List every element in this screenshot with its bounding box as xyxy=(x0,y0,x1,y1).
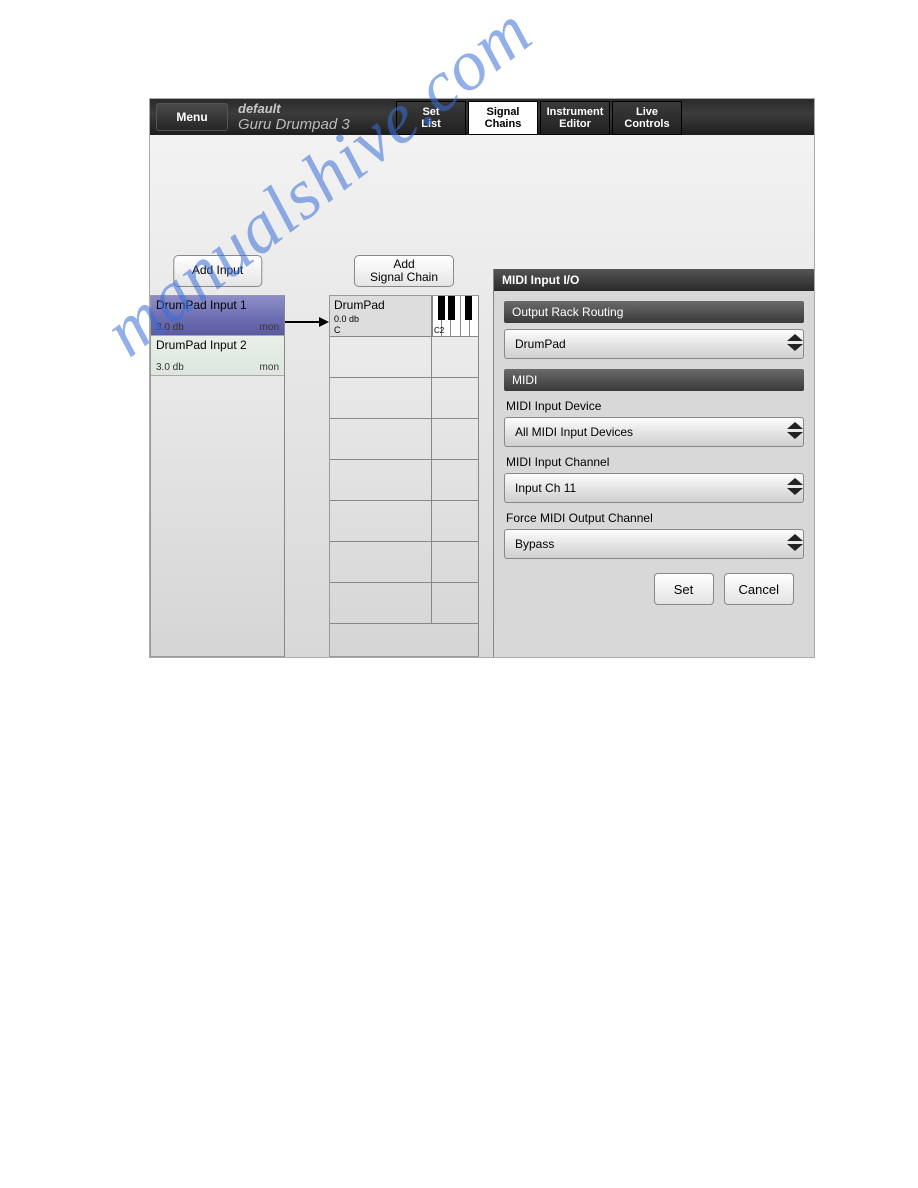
chain-cell[interactable]: DrumPad 0.0 db C xyxy=(330,296,432,336)
button-row: Set Cancel xyxy=(504,559,804,619)
app-window: Menu default Guru Drumpad 3 SetList Sign… xyxy=(149,98,815,658)
chain-row-empty[interactable] xyxy=(330,419,478,460)
section-midi: MIDI xyxy=(504,369,804,391)
tab-live-controls[interactable]: LiveControls xyxy=(612,101,682,135)
kbd-label: C2 xyxy=(434,326,444,335)
add-input-button[interactable]: Add Input xyxy=(173,255,262,287)
dropdown-value: Bypass xyxy=(515,537,554,551)
tab-set-list[interactable]: SetList xyxy=(396,101,466,135)
input-db: 3.0 db xyxy=(156,322,184,333)
dropdown-value: Input Ch 11 xyxy=(515,481,576,495)
tab-instrument-editor[interactable]: InstrumentEditor xyxy=(540,101,610,135)
title-default: default xyxy=(238,101,394,116)
input-label: DrumPad Input 2 xyxy=(156,338,279,352)
dropdown-output-routing[interactable]: DrumPad xyxy=(504,329,804,359)
chain-note: C xyxy=(334,325,341,335)
chains-stack: DrumPad 0.0 db C C2 xyxy=(329,295,479,657)
input-db: 3.0 db xyxy=(156,362,184,373)
keyboard-icon: C2 xyxy=(432,296,478,336)
dropdown-value: All MIDI Input Devices xyxy=(515,425,633,439)
chain-row-1[interactable]: DrumPad 0.0 db C C2 xyxy=(330,296,478,337)
add-signal-chain-button[interactable]: AddSignal Chain xyxy=(354,255,454,287)
section-output-routing: Output Rack Routing xyxy=(504,301,804,323)
tab-bar: SetList SignalChains InstrumentEditor Li… xyxy=(396,99,682,135)
dropdown-midi-input-device[interactable]: All MIDI Input Devices xyxy=(504,417,804,447)
chain-row-empty[interactable] xyxy=(330,583,478,624)
input-label: DrumPad Input 1 xyxy=(156,298,279,312)
input-item-1[interactable]: DrumPad Input 1 3.0 db mon xyxy=(151,296,284,336)
label-midi-input-channel: MIDI Input Channel xyxy=(506,455,802,469)
chain-db: 0.0 db xyxy=(334,314,359,324)
chain-row-empty[interactable] xyxy=(330,378,478,419)
chain-row-empty[interactable] xyxy=(330,337,478,378)
dropdown-value: DrumPad xyxy=(515,337,566,351)
chain-name: DrumPad xyxy=(334,298,427,312)
chains-column: AddSignal Chain DrumPad 0.0 db C C2 xyxy=(329,269,479,657)
tab-signal-chains[interactable]: SignalChains xyxy=(468,101,538,135)
label-midi-input-device: MIDI Input Device xyxy=(506,399,802,413)
chain-row-empty[interactable] xyxy=(330,542,478,583)
title-subtitle: Guru Drumpad 3 xyxy=(238,116,394,133)
chain-row-empty[interactable] xyxy=(330,460,478,501)
input-mon: mon xyxy=(260,362,279,373)
topbar: Menu default Guru Drumpad 3 SetList Sign… xyxy=(150,99,814,135)
label-force-midi-output: Force MIDI Output Channel xyxy=(506,511,802,525)
cancel-button[interactable]: Cancel xyxy=(724,573,794,605)
input-mon: mon xyxy=(260,322,279,333)
inputs-stack: DrumPad Input 1 3.0 db mon DrumPad Input… xyxy=(150,295,285,657)
panel-header: MIDI Input I/O xyxy=(494,269,814,291)
main-panels: Add Input DrumPad Input 1 3.0 db mon Dru… xyxy=(150,269,814,657)
dropdown-force-midi-output[interactable]: Bypass xyxy=(504,529,804,559)
inputs-column: Add Input DrumPad Input 1 3.0 db mon Dru… xyxy=(150,269,285,657)
dropdown-midi-input-channel[interactable]: Input Ch 11 xyxy=(504,473,804,503)
title-block: default Guru Drumpad 3 xyxy=(234,99,394,135)
properties-panel: MIDI Input I/O Output Rack Routing DrumP… xyxy=(493,269,814,657)
chain-row-empty[interactable] xyxy=(330,501,478,542)
menu-button[interactable]: Menu xyxy=(156,103,228,131)
set-button[interactable]: Set xyxy=(654,573,714,605)
input-item-2[interactable]: DrumPad Input 2 3.0 db mon xyxy=(151,336,284,376)
